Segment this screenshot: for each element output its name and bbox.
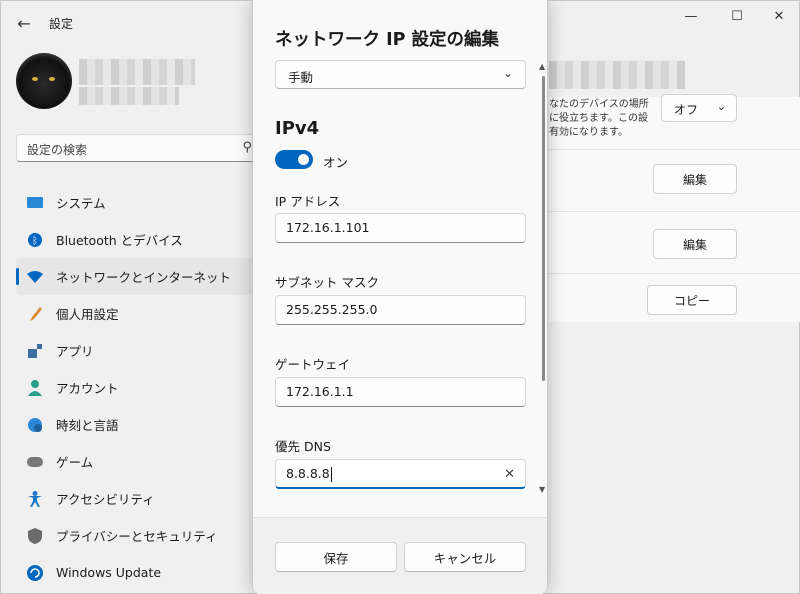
edit-ip-dialog: ネットワーク IP 設定の編集 手動 ⌄ IPv4 オン IP アドレス 172… — [252, 0, 548, 594]
maximize-icon: ☐ — [731, 8, 743, 24]
sidebar-item-label: ゲーム — [56, 455, 94, 470]
ipv4-toggle[interactable] — [275, 150, 313, 169]
divider — [549, 211, 800, 212]
sidebar-item-system[interactable]: システム — [16, 184, 261, 221]
sidebar-item-label: Windows Update — [56, 565, 162, 580]
sidebar-item-privacy[interactable]: プライバシーとセキュリティ — [16, 517, 261, 554]
brush-icon — [26, 305, 44, 323]
gamepad-icon — [26, 453, 44, 471]
sidebar-nav: システム ᛒ Bluetooth とデバイス ネットワークとインターネット 個人… — [16, 184, 261, 591]
search-placeholder: 設定の検索 — [27, 143, 88, 157]
clear-icon[interactable]: ✕ — [504, 461, 515, 489]
sidebar-item-label: システム — [56, 196, 106, 211]
dialog-title: ネットワーク IP 設定の編集 — [275, 30, 500, 50]
edit-button[interactable]: 編集 — [653, 229, 737, 259]
sidebar-item-label: アカウント — [56, 381, 119, 396]
ipv4-heading: IPv4 — [275, 118, 320, 139]
bluetooth-icon: ᛒ — [26, 231, 44, 249]
minimize-icon: — — [684, 8, 698, 24]
sidebar-item-accounts[interactable]: アカウント — [16, 369, 261, 406]
save-button[interactable]: 保存 — [275, 542, 397, 572]
scroll-thumb[interactable] — [542, 76, 545, 381]
divider — [549, 273, 800, 274]
sidebar-item-label: Bluetooth とデバイス — [56, 233, 183, 248]
scroll-up-icon[interactable]: ▲ — [539, 62, 545, 71]
arrow-left-icon: ← — [17, 13, 31, 33]
close-button[interactable]: ✕ — [761, 5, 797, 27]
redacted-email — [79, 87, 179, 105]
field-value: 172.16.1.101 — [286, 220, 370, 235]
subnet-mask-label: サブネット マスク — [275, 275, 379, 290]
subnet-mask-field[interactable]: 255.255.255.0 — [275, 295, 526, 325]
copy-button[interactable]: コピー — [647, 285, 737, 315]
gateway-label: ゲートウェイ — [275, 357, 351, 372]
sidebar-item-accessibility[interactable]: アクセシビリティ — [16, 480, 261, 517]
divider — [549, 149, 800, 150]
sidebar-item-network[interactable]: ネットワークとインターネット — [16, 258, 261, 295]
sidebar-item-windows-update[interactable]: Windows Update — [16, 554, 261, 591]
sidebar-item-label: プライバシーとセキュリティ — [56, 529, 218, 544]
sidebar-item-gaming[interactable]: ゲーム — [16, 443, 261, 480]
search-input[interactable]: 設定の検索 ⚲ — [16, 134, 261, 162]
ip-address-field[interactable]: 172.16.1.101 — [275, 213, 526, 243]
minimize-button[interactable]: — — [673, 5, 709, 27]
person-icon — [26, 379, 44, 397]
wifi-icon — [26, 268, 44, 286]
accessibility-icon — [26, 490, 44, 508]
field-value: 255.255.255.0 — [286, 302, 378, 317]
sidebar-item-time-language[interactable]: 時刻と言語 — [16, 406, 261, 443]
sidebar-item-label: アプリ — [56, 344, 94, 359]
preferred-dns-field[interactable]: 8.8.8.8 ✕ — [275, 459, 526, 489]
preferred-dns-label: 優先 DNS — [275, 439, 331, 454]
svg-text:ᛒ: ᛒ — [32, 236, 38, 247]
app-title: 設定 — [49, 17, 74, 31]
scroll-down-icon[interactable]: ▼ — [539, 485, 545, 494]
sidebar-item-label: ネットワークとインターネット — [56, 270, 232, 285]
ip-address-label: IP アドレス — [275, 194, 341, 209]
sidebar-item-personalization[interactable]: 個人用設定 — [16, 295, 261, 332]
avatar[interactable] — [16, 53, 72, 109]
location-description: なたのデバイスの場所 に役立ちます。この設 有効になります。 — [549, 99, 649, 138]
chevron-down-icon: ⌄ — [502, 66, 513, 80]
location-select[interactable]: オフ ⌄ — [661, 94, 737, 122]
redacted-header — [549, 61, 685, 89]
toggle-label: オン — [323, 155, 349, 170]
gateway-field[interactable]: 172.16.1.1 — [275, 377, 526, 407]
close-icon: ✕ — [773, 8, 785, 24]
sidebar-item-label: 時刻と言語 — [56, 418, 119, 433]
field-value: 172.16.1.1 — [286, 384, 354, 399]
update-icon — [26, 564, 44, 582]
sidebar-item-apps[interactable]: アプリ — [16, 332, 261, 369]
sidebar-item-label: アクセシビリティ — [56, 492, 155, 507]
system-icon — [26, 194, 44, 212]
text-caret — [330, 467, 332, 482]
sidebar-item-label: 個人用設定 — [56, 307, 119, 322]
field-value: 8.8.8.8 — [286, 466, 330, 481]
chevron-down-icon: ⌄ — [716, 100, 726, 113]
back-button[interactable]: ← — [11, 11, 37, 35]
redacted-username — [79, 59, 195, 85]
ip-mode-select[interactable]: 手動 ⌄ — [275, 60, 526, 89]
select-value: オフ — [674, 103, 699, 117]
edit-button[interactable]: 編集 — [653, 164, 737, 194]
shield-icon — [26, 527, 44, 545]
select-value: 手動 — [288, 70, 314, 85]
globe-clock-icon — [26, 416, 44, 434]
search-icon: ⚲ — [242, 140, 252, 155]
dialog-scrollbar[interactable]: ▲ ▼ — [539, 62, 546, 494]
cancel-button[interactable]: キャンセル — [404, 542, 526, 572]
apps-icon — [26, 342, 44, 360]
maximize-button[interactable]: ☐ — [719, 5, 755, 27]
sidebar-item-bluetooth[interactable]: ᛒ Bluetooth とデバイス — [16, 221, 261, 258]
dialog-footer: 保存 キャンセル — [253, 517, 547, 594]
